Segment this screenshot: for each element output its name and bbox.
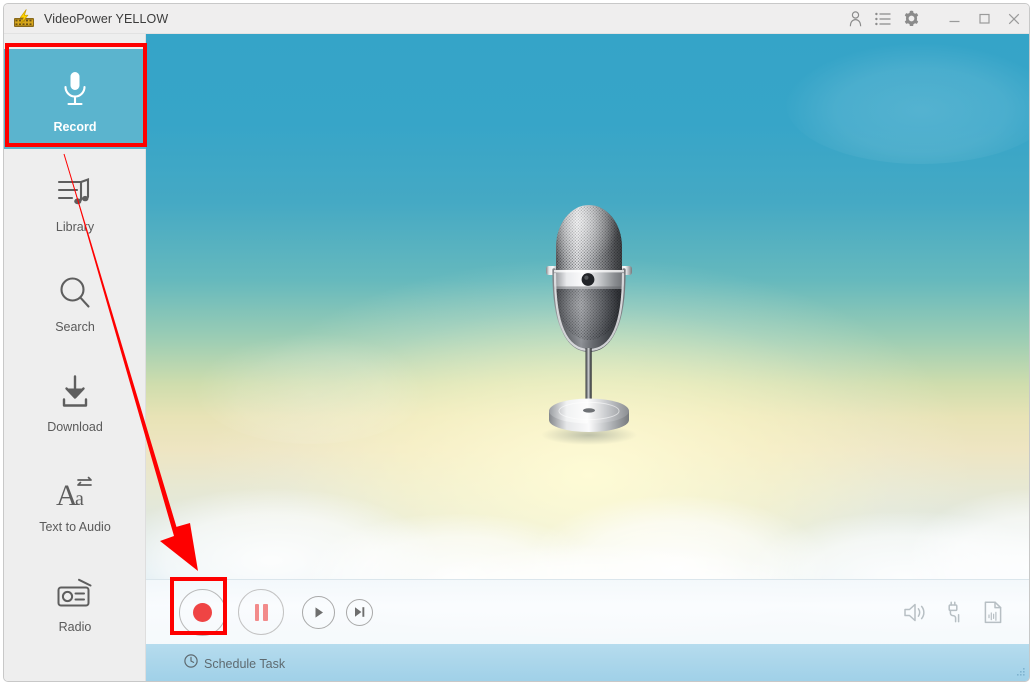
microphone-icon <box>60 64 90 110</box>
schedule-task-button[interactable]: Schedule Task <box>184 654 285 673</box>
speaker-icon[interactable] <box>903 602 927 623</box>
pause-button[interactable] <box>238 589 284 635</box>
next-button[interactable] <box>346 598 373 626</box>
minimize-button[interactable] <box>939 4 969 34</box>
sidebar-item-library[interactable]: Library <box>4 149 146 249</box>
maximize-button[interactable] <box>969 4 999 34</box>
list-icon[interactable] <box>869 4 897 34</box>
app-window: VideoPower YELLOW Record Library Search … <box>3 3 1030 682</box>
radio-icon <box>56 564 94 610</box>
account-icon[interactable] <box>841 4 869 34</box>
sidebar-item-record[interactable]: Record <box>4 49 146 149</box>
sidebar-item-label: Search <box>55 320 95 334</box>
sidebar-item-label: Record <box>53 120 97 134</box>
record-dot-icon <box>193 602 212 622</box>
transport-bar <box>146 579 1029 644</box>
search-icon <box>58 264 92 310</box>
audio-file-icon[interactable] <box>983 600 1003 624</box>
svg-text:a: a <box>75 488 84 510</box>
clock-icon <box>184 654 198 673</box>
text-to-audio-icon: A a <box>55 464 95 510</box>
skip-next-icon <box>355 607 365 617</box>
sidebar-item-search[interactable]: Search <box>4 249 146 349</box>
vintage-microphone-illustration <box>534 202 644 452</box>
sidebar-item-label: Download <box>47 420 103 434</box>
play-icon <box>315 606 323 618</box>
schedule-task-label: Schedule Task <box>204 656 286 671</box>
library-music-icon <box>57 164 93 210</box>
sidebar-item-label: Radio <box>58 620 92 634</box>
titlebar-actions <box>841 4 1029 33</box>
schedule-bar: Schedule Task <box>146 644 1029 681</box>
resize-grip[interactable] <box>1013 666 1026 679</box>
download-icon <box>58 364 92 410</box>
sidebar-item-radio[interactable]: Radio <box>4 549 146 649</box>
sidebar-item-download[interactable]: Download <box>4 349 146 449</box>
close-button[interactable] <box>999 4 1029 34</box>
sidebar: Record Library Search Download A a Text … <box>4 34 146 681</box>
audio-jack-icon[interactable] <box>945 601 965 623</box>
title-bar: VideoPower YELLOW <box>4 4 1029 34</box>
play-button[interactable] <box>302 595 335 629</box>
transport-utilities <box>903 600 1003 624</box>
pause-icon <box>254 603 268 621</box>
sidebar-item-text-to-audio[interactable]: A a Text to Audio <box>4 449 146 549</box>
lightning-bolt-film-icon <box>13 8 35 29</box>
record-button[interactable] <box>179 588 226 636</box>
sidebar-item-label: Library <box>55 220 95 234</box>
titlebar-divider-gap <box>925 18 939 19</box>
gear-icon[interactable] <box>897 4 925 34</box>
window-title: VideoPower YELLOW <box>44 11 169 26</box>
sidebar-item-label: Text to Audio <box>39 520 111 534</box>
